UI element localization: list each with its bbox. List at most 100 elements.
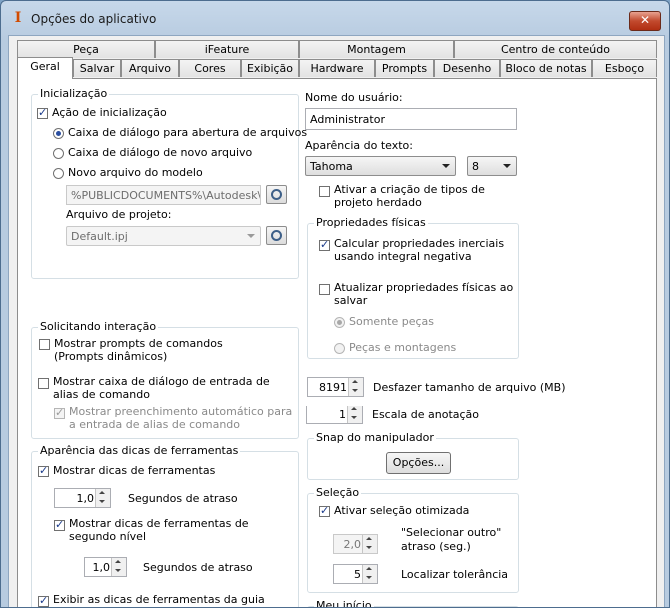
tab-montagem[interactable]: Montagem	[299, 40, 454, 58]
chevron-down-icon	[247, 234, 255, 238]
open-dialog-radio[interactable]	[53, 128, 64, 139]
tooltips-group-title: Aparência das dicas de ferramentas	[38, 444, 241, 457]
show-tooltips-checkbox[interactable]	[38, 464, 49, 477]
startup-group: Inicialização Ação de inicialização Caix…	[31, 87, 307, 279]
tooltips-group: Aparência das dicas de ferramentas Mostr…	[31, 444, 299, 607]
tab-prompts[interactable]: Prompts	[375, 59, 434, 77]
autocomplete-checkbox[interactable]	[54, 406, 65, 419]
spinner-arrows-icon[interactable]	[362, 535, 377, 553]
font-value: Tahoma	[310, 160, 353, 173]
legacy-projects-checkbox[interactable]	[319, 186, 330, 197]
second-delay-label: Segundos de atraso	[143, 561, 253, 574]
tab-peca[interactable]: Peça	[17, 40, 155, 58]
general-tab-panel: Inicialização Ação de inicialização Caix…	[17, 78, 657, 607]
my-home-group-title: Meu início	[314, 599, 374, 607]
project-file-value: Default.ipj	[71, 230, 128, 243]
negative-integral-checkbox[interactable]	[319, 238, 330, 251]
startup-action-checkbox[interactable]	[37, 106, 48, 119]
username-label: Nome do usuário:	[305, 91, 403, 104]
chevron-down-icon	[503, 164, 511, 168]
show-prompts-label: Mostrar prompts de comandos (Prompts din…	[54, 337, 223, 363]
undo-size-value: 8191	[319, 381, 347, 394]
template-browse-icon[interactable]	[266, 185, 287, 204]
tab-hardware[interactable]: Hardware	[299, 59, 375, 77]
tab-salvar[interactable]: Salvar	[73, 59, 121, 77]
update-physical-label: Atualizar propriedades físicas ao salvar	[334, 281, 514, 307]
startup-action-label: Ação de inicialização	[52, 106, 167, 119]
selection-group-title: Seleção	[314, 486, 362, 499]
prompting-group-title: Solicitando interação	[38, 320, 159, 333]
undo-size-spinner[interactable]: 8191	[307, 377, 364, 397]
spinner-arrows-icon[interactable]	[348, 378, 363, 396]
project-file-select[interactable]: Default.ipj	[66, 226, 261, 246]
tab-bloco-de-notas[interactable]: Bloco de notas	[500, 59, 592, 77]
prompting-group: Solicitando interação Mostrar prompts de…	[31, 320, 299, 439]
second-level-checkbox[interactable]	[54, 518, 65, 531]
open-dialog-label: Caixa de diálogo para abertura de arquiv…	[68, 126, 308, 139]
show-alias-label: Mostrar caixa de diálogo de entrada de a…	[53, 375, 270, 401]
annotation-scale-spinner[interactable]: 1	[306, 404, 363, 424]
tab-desenho[interactable]: Desenho	[434, 59, 500, 77]
select-other-label-line1: "Selecionar outro"	[401, 526, 502, 539]
manipulator-group-title: Snap do manipulador	[314, 431, 436, 444]
tab-cores[interactable]: Cores	[179, 59, 241, 77]
template-radio[interactable]	[53, 168, 64, 179]
locate-tolerance-spinner[interactable]: 5	[333, 564, 378, 584]
locate-tolerance-label: Localizar tolerância	[401, 568, 509, 581]
show-alias-checkbox[interactable]	[38, 378, 49, 389]
parts-assemblies-label: Peças e montagens	[349, 341, 457, 354]
show-prompts-checkbox[interactable]	[39, 339, 50, 350]
physical-group: Propriedades físicas Calcular propriedad…	[307, 216, 519, 359]
document-tab-tooltips-label: Exibir as dicas de ferramentas da guia d…	[53, 593, 265, 607]
optimized-selection-checkbox[interactable]	[319, 504, 330, 517]
project-browse-icon[interactable]	[266, 226, 287, 245]
parts-assemblies-radio[interactable]	[334, 343, 345, 354]
inventor-app-icon: I	[14, 10, 22, 26]
tooltip-delay-label: Segundos de atraso	[128, 492, 238, 505]
annotation-scale-label: Escala de anotação	[372, 408, 480, 421]
template-path-field[interactable]: %PUBLICDOCUMENTS%\Autodesk\Inv	[66, 185, 261, 205]
tooltip-delay-spinner[interactable]: 1,0	[54, 488, 111, 508]
prompts-highlight: Mostrar prompts de comandos (Prompts din…	[35, 333, 248, 366]
options-dialog: I Opções do aplicativo ✕ Peça iFeature M…	[0, 0, 670, 608]
dialog-client: Peça iFeature Montagem Centro de conteúd…	[8, 35, 665, 607]
optimized-selection-label: Ativar seleção otimizada	[334, 504, 470, 517]
undo-highlight: 8191 Desfazer tamanho de arquivo (MB)	[300, 369, 566, 405]
font-select[interactable]: Tahoma	[305, 156, 456, 176]
font-size-select[interactable]: 8	[467, 156, 517, 176]
close-button[interactable]: ✕	[629, 11, 661, 31]
tab-esboco[interactable]: Esboço	[592, 59, 657, 77]
locate-tolerance-value: 5	[354, 568, 361, 581]
show-tooltips-label: Mostrar dicas de ferramentas	[53, 464, 216, 477]
parts-only-label: Somente peças	[349, 315, 435, 328]
document-tab-tooltips-checkbox[interactable]	[38, 594, 49, 607]
undo-size-label: Desfazer tamanho de arquivo (MB)	[373, 381, 566, 394]
spinner-arrows-icon[interactable]	[95, 489, 110, 507]
tab-ifeature[interactable]: iFeature	[155, 40, 299, 58]
project-file-label: Arquivo de projeto:	[66, 208, 172, 221]
spinner-arrows-icon[interactable]	[347, 405, 362, 423]
select-other-delay-value: 2,0	[343, 538, 362, 551]
username-field[interactable]: Administrator	[305, 108, 517, 130]
tab-arquivo[interactable]: Arquivo	[121, 59, 179, 77]
parts-only-radio[interactable]	[334, 317, 345, 328]
annotation-scale-value: 1	[339, 408, 346, 421]
new-dialog-label: Caixa de diálogo de novo arquivo	[68, 146, 253, 159]
legacy-projects-label: Ativar a criação de tipos de projeto her…	[334, 183, 485, 209]
select-other-label-line2: atraso (seg.)	[401, 540, 471, 553]
text-appearance-label: Aparência do texto:	[305, 139, 413, 152]
tab-centro-de-conteudo[interactable]: Centro de conteúdo	[454, 40, 657, 58]
options-button[interactable]: Opções...	[386, 452, 451, 474]
tab-exibicao[interactable]: Exibição	[241, 59, 299, 77]
tab-geral[interactable]: Geral	[17, 57, 73, 79]
spinner-arrows-icon[interactable]	[111, 558, 126, 576]
second-delay-spinner[interactable]: 1,0	[84, 557, 127, 577]
chevron-down-icon	[442, 164, 450, 168]
second-delay-value: 1,0	[92, 561, 111, 574]
select-other-delay-spinner[interactable]: 2,0	[333, 534, 378, 554]
font-size-value: 8	[472, 160, 479, 173]
update-physical-checkbox[interactable]	[319, 284, 330, 295]
spinner-arrows-icon[interactable]	[362, 565, 377, 583]
startup-group-title: Inicialização	[38, 87, 110, 100]
new-dialog-radio[interactable]	[53, 148, 64, 159]
